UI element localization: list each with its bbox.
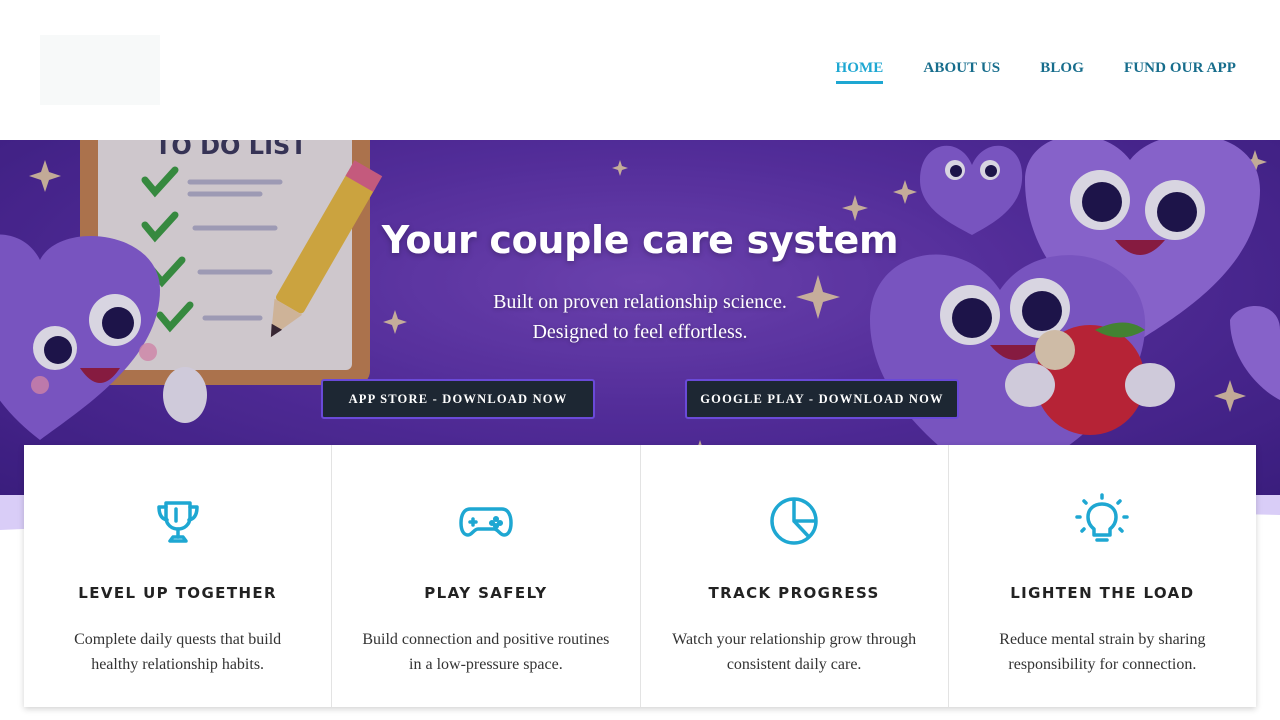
site-header: HOME ABOUT US BLOG FUND OUR APP (0, 0, 1280, 140)
nav-blog[interactable]: BLOG (1040, 60, 1084, 84)
feature-title: TRACK PROGRESS (708, 584, 880, 602)
feature-description: Reduce mental strain by sharing responsi… (999, 631, 1206, 673)
nav-fund-our-app[interactable]: FUND OUR APP (1124, 60, 1236, 84)
feature-cards: LEVEL UP TOGETHER Complete daily quests … (24, 445, 1256, 707)
hero-overlay (0, 140, 1280, 495)
feature-card-track-progress: TRACK PROGRESS Watch your relationship g… (641, 445, 949, 707)
pie-chart-icon (770, 497, 818, 545)
feature-description: Build connection and positive routines i… (362, 631, 610, 673)
nav-about-us[interactable]: ABOUT US (923, 60, 1000, 84)
hero-title: Your couple care system (381, 218, 899, 262)
main-nav: HOME ABOUT US BLOG FUND OUR APP (835, 60, 1236, 84)
feature-title: PLAY SAFELY (424, 584, 548, 602)
lightbulb-icon (1075, 493, 1130, 542)
gamepad-icon (459, 507, 513, 537)
feature-card-level-up: LEVEL UP TOGETHER Complete daily quests … (24, 445, 333, 707)
feature-card-lighten-load: LIGHTEN THE LOAD Reduce mental strain by… (949, 445, 1256, 707)
trophy-icon (156, 501, 199, 543)
nav-home[interactable]: HOME (835, 60, 884, 84)
hero-subtitle-line2: Designed to feel effortless. (532, 321, 748, 343)
site-logo[interactable] (40, 35, 160, 105)
feature-card-play-safely: PLAY SAFELY Build connection and positiv… (332, 445, 641, 707)
feature-title: LEVEL UP TOGETHER (78, 584, 277, 602)
hero-subtitle-line1: Built on proven relationship science. (493, 291, 787, 313)
feature-title: LIGHTEN THE LOAD (1010, 584, 1195, 602)
feature-description: Complete daily quests that build healthy… (74, 631, 282, 673)
hero-banner: TO DO LIST Your couple care system Built… (0, 140, 1280, 495)
google-play-download-button[interactable]: GOOGLE PLAY - DOWNLOAD NOW (685, 379, 959, 419)
app-store-download-button[interactable]: APP STORE - DOWNLOAD NOW (321, 379, 595, 419)
feature-description: Watch your relationship grow through con… (672, 631, 917, 673)
